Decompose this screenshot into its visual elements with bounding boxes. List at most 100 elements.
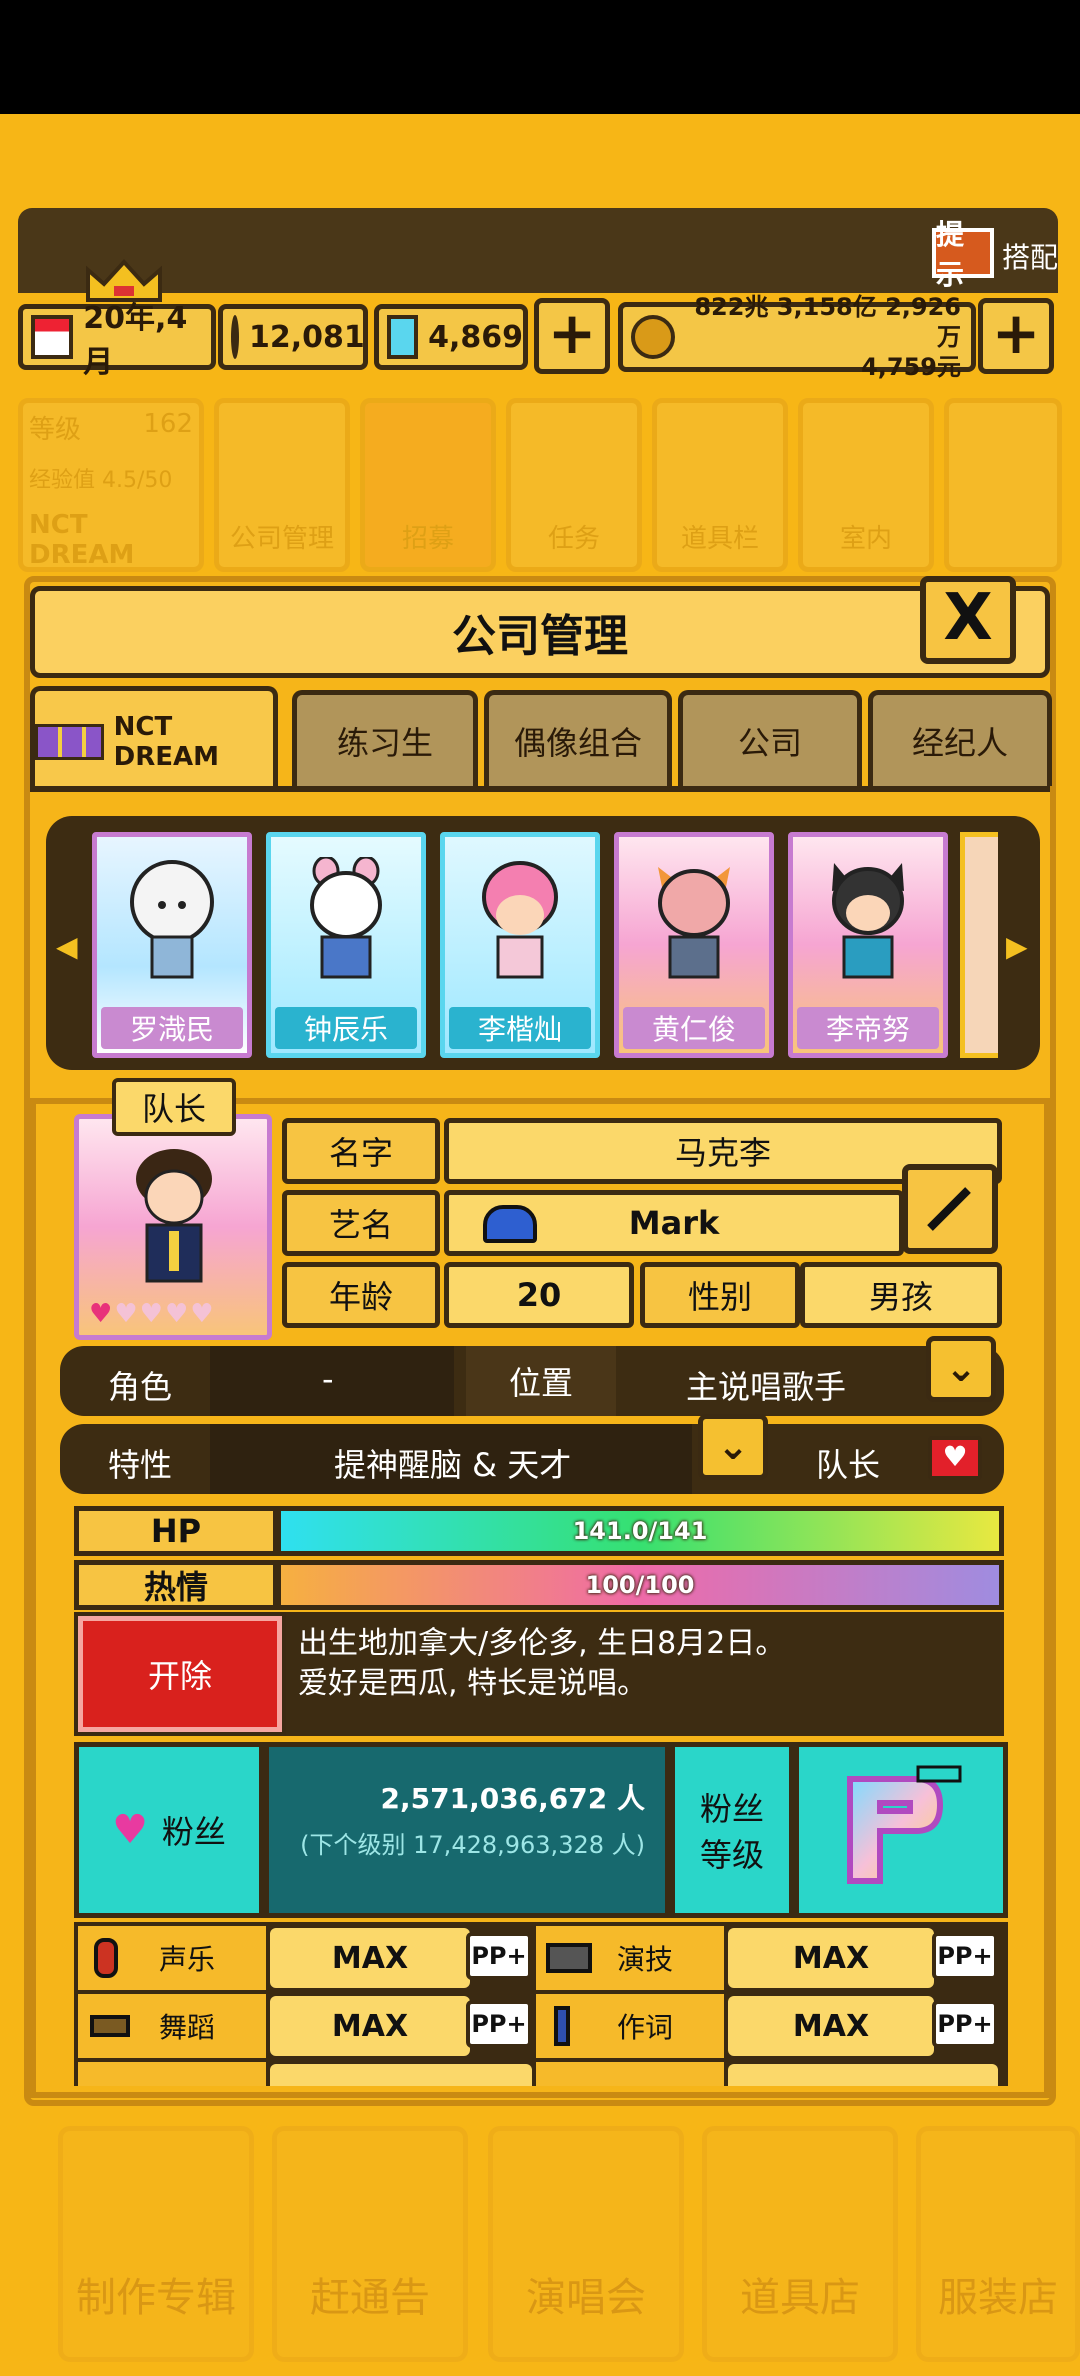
role-value: - <box>322 1360 334 1398</box>
status-bar <box>0 0 1080 114</box>
age-label: 年龄 <box>282 1262 440 1328</box>
pp-plus-button[interactable]: PP+ <box>932 1932 998 1980</box>
stat-label: 声乐 <box>158 1943 215 1976</box>
money-counter: 822兆 3,158亿 2,926万 4,759元 <box>618 293 976 381</box>
position-dropdown-button[interactable]: ⌄ <box>926 1336 996 1402</box>
stat-vocal-value: MAX <box>270 1928 470 1988</box>
profile-portrait-icon <box>136 1149 212 1283</box>
stat-label: 作词 <box>616 2011 673 2044</box>
microphone-icon <box>94 1938 118 1978</box>
calendar-icon <box>31 315 74 359</box>
nav-company[interactable]: 公司管理 <box>214 398 350 572</box>
menu-clothing-shop[interactable]: 服装店 <box>916 2126 1080 2362</box>
menu-concert[interactable]: 演唱会 <box>488 2126 684 2362</box>
member-card[interactable]: 罗渽民 <box>92 832 252 1058</box>
tab-underline <box>30 786 1050 792</box>
pp-plus-button[interactable]: PP+ <box>466 1932 532 1980</box>
menu-item-shop[interactable]: 道具店 <box>702 2126 898 2362</box>
close-button[interactable]: X <box>920 576 1016 664</box>
camera-icon <box>546 1943 592 1973</box>
profile-portrait-frame: ♥ ♥ ♥ ♥ ♥ <box>74 1114 272 1340</box>
edit-name-button[interactable] <box>902 1164 998 1254</box>
hearts-rating: ♥ ♥ ♥ ♥ ♥ <box>89 1299 214 1329</box>
level-value: 162 <box>143 409 193 439</box>
member-name: 李楷灿 <box>449 1007 591 1049</box>
stat-row-partial <box>270 2064 532 2086</box>
nav-tasks[interactable]: 任务 <box>506 398 642 572</box>
passion-label: 热情 <box>74 1560 278 1610</box>
fans-count-box: 2,571,036,672 人 (下个级别 17,428,963,328 人) <box>264 1742 670 1918</box>
stat-lyrics: 作词 <box>536 1994 724 2058</box>
member-card[interactable]: 李帝努 <box>788 832 948 1058</box>
add-gems-button[interactable]: + <box>534 298 610 374</box>
money-line2: 4,759元 <box>861 353 961 381</box>
nav-mail[interactable] <box>944 398 1062 572</box>
blue-gem-icon <box>387 315 419 359</box>
heart-icon: ♥ <box>89 1299 113 1329</box>
stat-label: 演技 <box>616 1943 673 1976</box>
add-money-button[interactable]: + <box>978 298 1054 374</box>
tab-idol-group[interactable]: 偶像组合 <box>484 690 672 786</box>
member-name: 罗渽民 <box>101 1007 243 1049</box>
nav-recruit[interactable]: 招募 <box>360 398 496 572</box>
blue-gem-value: 4,869 <box>428 319 523 355</box>
position-label: 位置 <box>466 1346 616 1416</box>
member-portrait-icon <box>482 861 558 979</box>
stat-acting-value: MAX <box>728 1928 934 1988</box>
stat-lyrics-value: MAX <box>728 1996 934 2056</box>
leader-toggle-button[interactable]: ♥ <box>928 1436 982 1480</box>
trait-dropdown-button[interactable]: ⌄ <box>698 1414 768 1480</box>
pp-plus-button[interactable]: PP+ <box>932 2000 998 2048</box>
stats-grid: 声乐 MAX PP+ 演技 MAX PP+ 舞蹈 MAX PP+ 作词 MAX … <box>74 1922 1008 2086</box>
exp-label: 经验值 4.5/50 <box>29 468 173 493</box>
trait-value: 提神醒脑 & 天才 <box>334 1446 572 1484</box>
nav-interior[interactable]: 室内 <box>798 398 934 572</box>
date-text: 20年,4月 <box>83 301 188 380</box>
member-portrait-icon <box>310 857 382 979</box>
pen-icon <box>554 2006 570 2046</box>
fan-level-badge <box>794 1742 1008 1918</box>
stat-row-partial <box>78 2062 266 2086</box>
carousel-right-arrow[interactable]: ▶ <box>1006 930 1028 963</box>
fan-level-label-line1: 粉丝 <box>699 1790 764 1828</box>
pink-gem-value: 12,081 <box>249 319 365 355</box>
heart-icon: ♥ <box>139 1299 163 1329</box>
pink-gem-counter: 12,081 <box>218 304 368 370</box>
tab-trainee[interactable]: 练习生 <box>292 690 478 786</box>
member-card[interactable]: 李楷灿 <box>440 832 600 1058</box>
stage-name-text: Mark <box>628 1204 720 1242</box>
cap-icon <box>483 1205 537 1243</box>
nav-inventory[interactable]: 道具栏 <box>652 398 788 572</box>
hp-label: HP <box>74 1506 278 1556</box>
heart-icon: ♥ <box>190 1299 214 1329</box>
member-name: 黄仁俊 <box>623 1007 765 1049</box>
tab-company[interactable]: 公司 <box>678 690 862 786</box>
member-card-partial[interactable] <box>960 832 998 1058</box>
fan-level-label-box: 粉丝 等级 <box>670 1742 794 1918</box>
hud-banner <box>18 208 1058 293</box>
carousel-left-arrow[interactable]: ◀ <box>56 930 78 963</box>
fans-next-level: (下个级别 17,428,963,328 人) <box>300 1831 645 1859</box>
menu-schedule[interactable]: 赶通告 <box>272 2126 468 2362</box>
tab-group[interactable]: NCT DREAM <box>30 686 278 792</box>
hp-bar: 141.0/141 <box>276 1506 1004 1556</box>
fans-label-box: ♥ 粉丝 <box>74 1742 264 1918</box>
heart-icon: ♥ <box>164 1299 189 1329</box>
member-name: 李帝努 <box>797 1007 939 1049</box>
pp-plus-button[interactable]: PP+ <box>466 2000 532 2048</box>
member-card[interactable]: 黄仁俊 <box>614 832 774 1058</box>
pencil-icon <box>927 1187 971 1231</box>
heart-icon: ♥ <box>112 1807 148 1853</box>
level-label: 等级 <box>29 415 82 445</box>
p-rank-icon <box>847 1765 962 1884</box>
pink-gem-icon <box>231 315 239 359</box>
stat-row-partial <box>536 2062 724 2086</box>
dismiss-button[interactable]: 开除 <box>74 1612 286 1736</box>
member-card[interactable]: 钟辰乐 <box>266 832 426 1058</box>
member-portrait-icon <box>130 860 214 979</box>
tab-group-label: NCT DREAM <box>113 711 219 772</box>
tab-manager[interactable]: 经纪人 <box>868 690 1052 786</box>
menu-make-album[interactable]: 制作专辑 <box>58 2126 254 2362</box>
hint-button[interactable]: 提示 <box>932 218 994 291</box>
panel-title: 公司管理 <box>30 586 1050 678</box>
